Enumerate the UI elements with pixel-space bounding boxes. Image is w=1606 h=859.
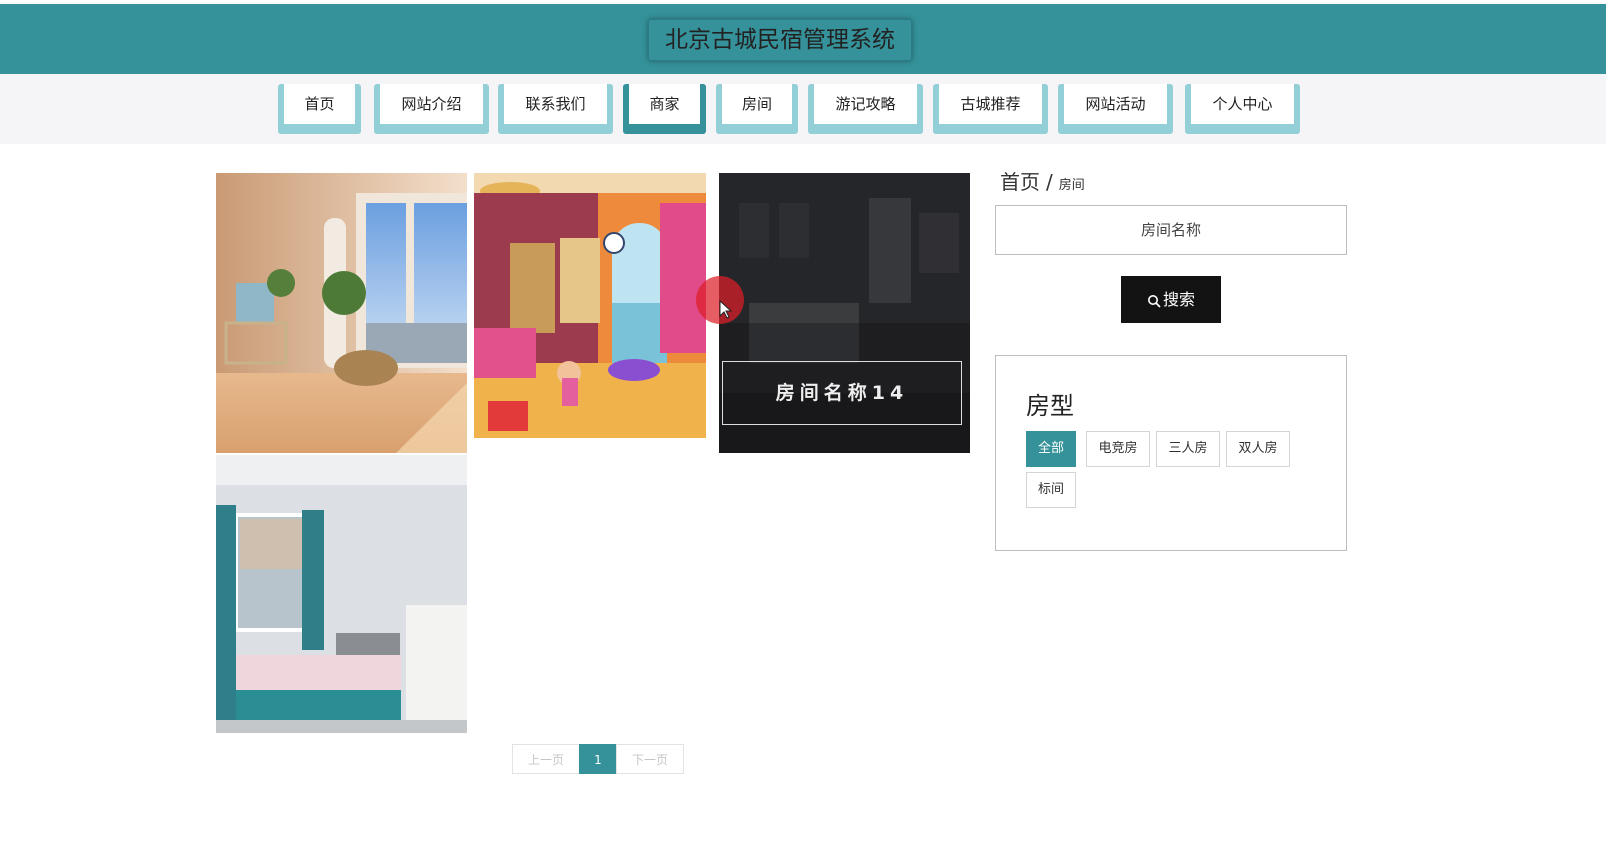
- nav-item-user-center[interactable]: 个人中心: [1185, 84, 1300, 134]
- nav-item-ancient-city[interactable]: 古城推荐: [933, 84, 1048, 134]
- search-button-label: 搜索: [1162, 290, 1195, 309]
- room-name-caption: 房间名称14: [722, 361, 962, 425]
- site-title: 北京古城民宿管理系统: [648, 19, 912, 61]
- room-card[interactable]: [216, 173, 467, 453]
- nav-item-label: 游记攻略: [814, 84, 917, 124]
- filter-option-double-room[interactable]: 双人房: [1226, 431, 1290, 467]
- breadcrumb: 首页 / 房间: [1000, 166, 1085, 195]
- filter-title: 房型: [1026, 392, 1074, 420]
- room-photo-bright-bedroom: [216, 455, 467, 733]
- breadcrumb-home[interactable]: 首页: [1000, 170, 1040, 194]
- nav-item-label: 房间: [722, 84, 792, 124]
- page-1-button[interactable]: 1: [579, 744, 617, 774]
- nav-item-label: 网站介绍: [380, 84, 483, 124]
- search-icon: [1147, 294, 1161, 308]
- next-page-button[interactable]: 下一页: [616, 744, 684, 774]
- nav-item-label: 联系我们: [504, 84, 607, 124]
- nav-item-about[interactable]: 网站介绍: [374, 84, 489, 134]
- nav-bar: [0, 74, 1606, 144]
- nav-item-label: 首页: [284, 84, 355, 124]
- room-card[interactable]: 房间名称14: [719, 173, 970, 453]
- nav-item-rooms[interactable]: 房间: [716, 84, 798, 134]
- room-photo-sunny-living-room: [216, 173, 467, 453]
- nav-item-label: 个人中心: [1191, 84, 1294, 124]
- nav-item-home[interactable]: 首页: [278, 84, 361, 134]
- nav-item-label: 商家: [629, 84, 700, 124]
- search-button[interactable]: 搜索: [1121, 276, 1221, 323]
- room-card[interactable]: [216, 455, 467, 733]
- prev-page-button[interactable]: 上一页: [512, 744, 580, 774]
- nav-item-label: 古城推荐: [939, 84, 1042, 124]
- nav-item-label: 网站活动: [1064, 84, 1167, 124]
- nav-item-contact[interactable]: 联系我们: [498, 84, 613, 134]
- nav-item-travel-guides[interactable]: 游记攻略: [808, 84, 923, 134]
- room-card[interactable]: [474, 173, 716, 453]
- breadcrumb-separator: /: [1046, 170, 1053, 194]
- filter-option-gaming-room[interactable]: 电竞房: [1086, 431, 1150, 467]
- search-input[interactable]: 房间名称: [995, 205, 1347, 255]
- filter-option-triple-room[interactable]: 三人房: [1156, 431, 1220, 467]
- room-photo-cartoon-kids-room: [474, 173, 716, 453]
- breadcrumb-current: 房间: [1058, 178, 1085, 193]
- filter-option-all[interactable]: 全部: [1026, 431, 1076, 467]
- mouse-cursor-icon: [719, 300, 733, 319]
- room-type-filter: 房型 全部 电竞房 三人房 双人房 标间: [995, 355, 1347, 551]
- nav-item-activities[interactable]: 网站活动: [1058, 84, 1173, 134]
- nav-item-merchants[interactable]: 商家: [623, 84, 706, 134]
- filter-option-standard-room[interactable]: 标间: [1026, 472, 1076, 508]
